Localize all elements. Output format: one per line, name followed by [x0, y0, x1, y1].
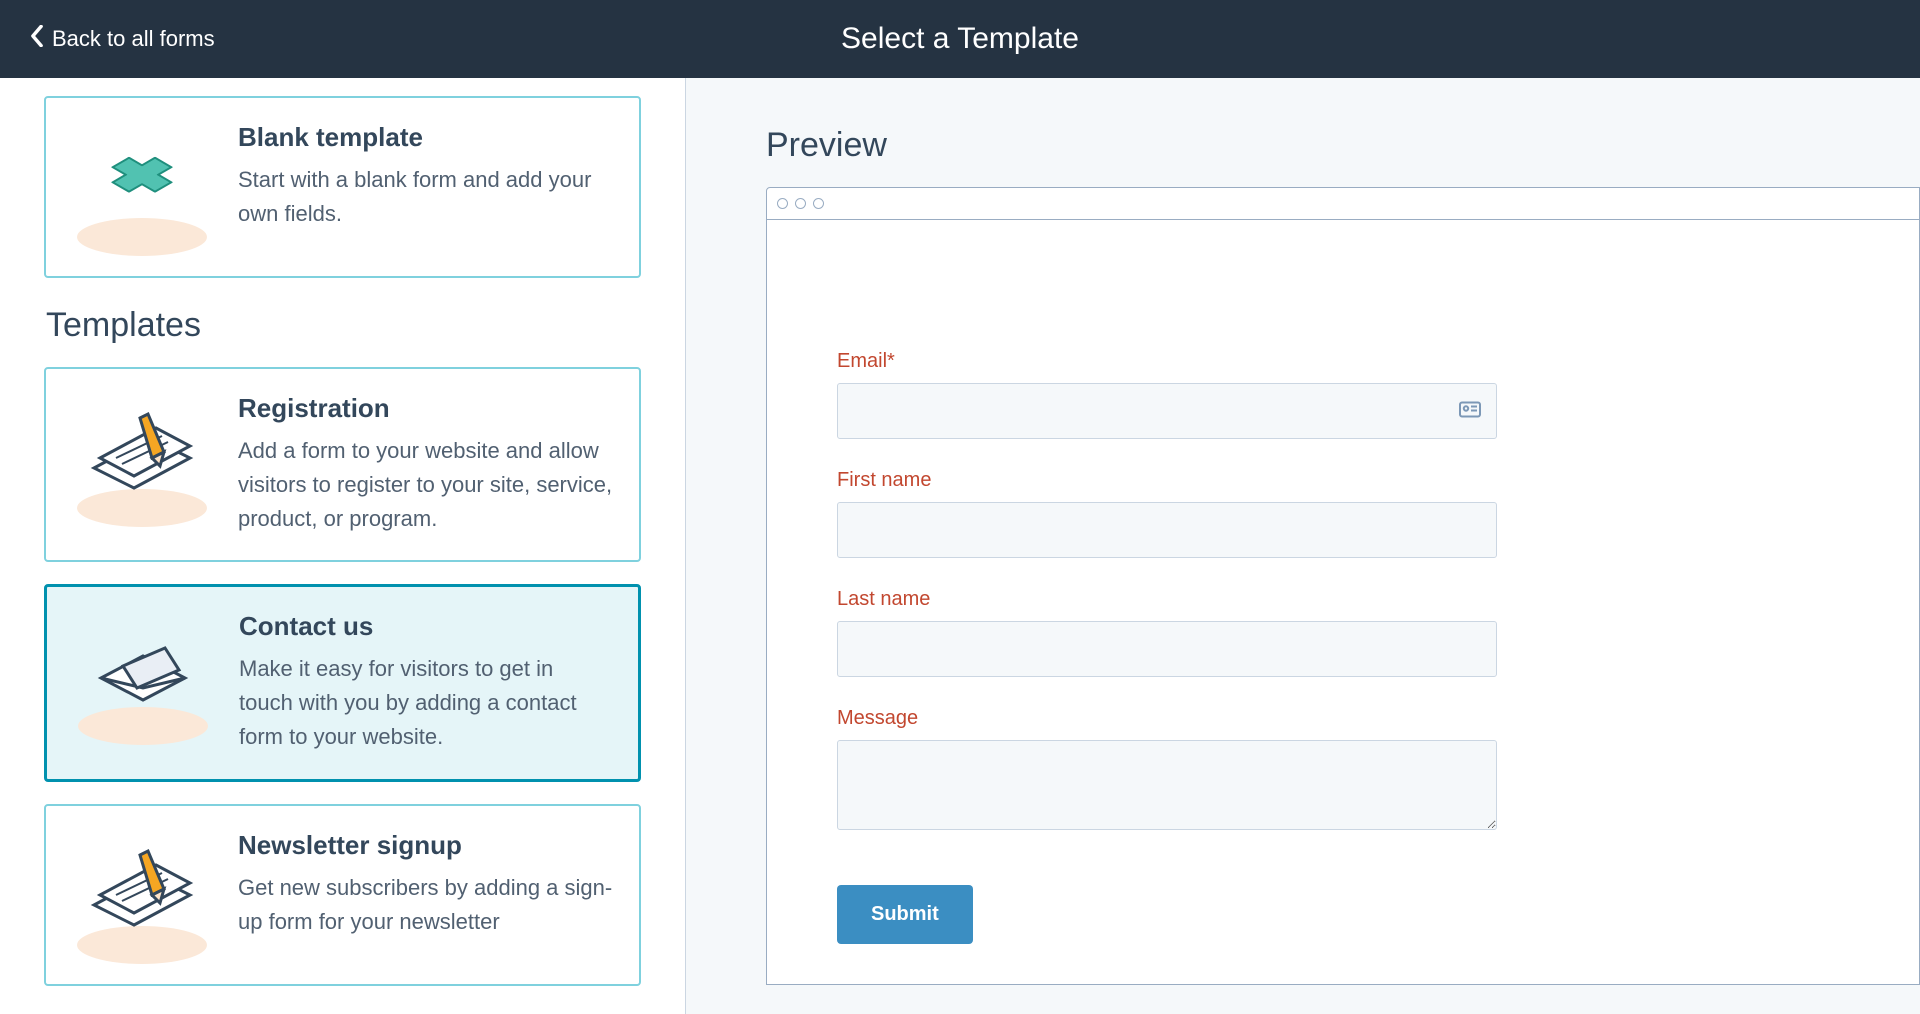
header-bar: Back to all forms Select a Template — [0, 0, 1920, 78]
lastname-input[interactable] — [837, 621, 1497, 677]
page-title: Select a Template — [841, 22, 1079, 56]
field-lastname: Last name — [837, 588, 1497, 677]
template-card-newsletter[interactable]: Newsletter signup Get new subscribers by… — [44, 804, 641, 986]
submit-button[interactable]: Submit — [837, 885, 973, 944]
template-card-desc: Start with a blank form and add your own… — [238, 163, 613, 231]
lastname-label: Last name — [837, 588, 1497, 611]
template-card-registration[interactable]: Registration Add a form to your website … — [44, 367, 641, 562]
chevron-left-icon — [30, 25, 44, 53]
preview-panel: Preview Email* — [686, 78, 1920, 1014]
template-sidebar: Blank template Start with a blank form a… — [0, 78, 686, 1014]
field-message: Message — [837, 707, 1497, 835]
form-preview: Email* First — [767, 220, 1567, 984]
contact-card-icon — [1459, 400, 1481, 423]
template-card-desc: Add a form to your website and allow vis… — [238, 434, 613, 536]
message-input[interactable] — [837, 740, 1497, 830]
template-card-title: Registration — [238, 393, 613, 424]
template-card-blank[interactable]: Blank template Start with a blank form a… — [44, 96, 641, 278]
back-to-forms-link[interactable]: Back to all forms — [30, 25, 215, 53]
template-card-title: Blank template — [238, 122, 613, 153]
pencil-paper-icon — [72, 830, 212, 960]
back-link-label: Back to all forms — [52, 26, 215, 52]
field-firstname: First name — [837, 469, 1497, 558]
template-card-contact-us[interactable]: Contact us Make it easy for visitors to … — [44, 584, 641, 781]
email-input[interactable] — [837, 383, 1497, 439]
template-card-desc: Make it easy for visitors to get in touc… — [239, 652, 612, 754]
preview-heading: Preview — [766, 126, 1920, 165]
firstname-label: First name — [837, 469, 1497, 492]
plus-icon — [72, 122, 212, 252]
template-card-desc: Get new subscribers by adding a sign-up … — [238, 871, 613, 939]
main-layout: Blank template Start with a blank form a… — [0, 78, 1920, 1014]
pencil-paper-icon — [72, 393, 212, 523]
templates-section-heading: Templates — [46, 306, 641, 345]
browser-chrome-dots — [767, 188, 1919, 220]
field-email: Email* — [837, 350, 1497, 439]
envelope-icon — [73, 611, 213, 741]
message-label: Message — [837, 707, 1497, 730]
preview-browser-frame: Email* First — [766, 187, 1920, 985]
email-label: Email* — [837, 350, 1497, 373]
template-card-title: Contact us — [239, 611, 612, 642]
template-card-title: Newsletter signup — [238, 830, 613, 861]
firstname-input[interactable] — [837, 502, 1497, 558]
